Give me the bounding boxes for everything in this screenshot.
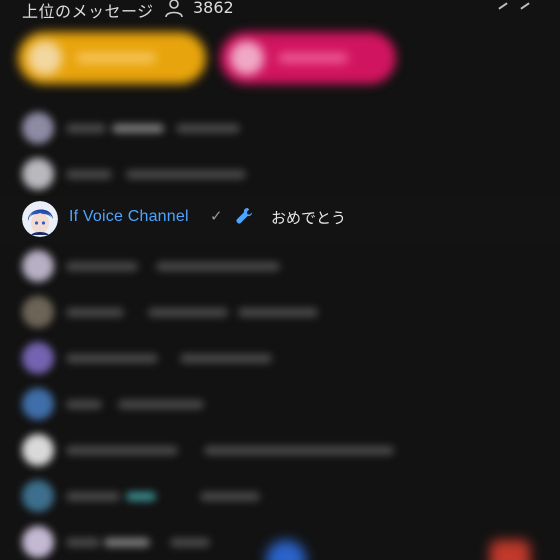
avatar bbox=[22, 112, 54, 144]
avatar bbox=[22, 250, 54, 282]
avatar bbox=[22, 388, 54, 420]
check-icon: ✓ bbox=[210, 207, 223, 225]
super-chat-chip[interactable] bbox=[18, 32, 206, 84]
chat-message bbox=[0, 152, 560, 196]
viewer-count: 3862 bbox=[193, 0, 234, 17]
avatar[interactable] bbox=[22, 201, 58, 237]
avatar bbox=[22, 434, 54, 466]
chat-message bbox=[0, 106, 560, 150]
avatar bbox=[22, 296, 54, 328]
close-icon[interactable] bbox=[486, 0, 546, 10]
top-messages-dropdown[interactable]: 上位のメッセージ bbox=[22, 0, 154, 22]
viewer-icon bbox=[165, 0, 183, 18]
wrench-icon bbox=[236, 208, 252, 224]
chat-header: 上位のメッセージ 3862 bbox=[0, 0, 560, 22]
avatar bbox=[28, 41, 62, 75]
live-chat-panel: 上位のメッセージ 3862 If Voice Channel ✓ おめでとう bbox=[0, 0, 560, 560]
avatar bbox=[22, 158, 54, 190]
chat-message bbox=[0, 244, 560, 288]
chat-message bbox=[0, 336, 560, 380]
chat-message bbox=[0, 382, 560, 426]
author-name[interactable]: If Voice Channel bbox=[69, 208, 189, 226]
message-text: おめでとう bbox=[271, 209, 347, 227]
anime-avatar-icon bbox=[22, 201, 58, 237]
avatar bbox=[22, 480, 54, 512]
chat-message bbox=[0, 428, 560, 472]
avatar bbox=[230, 41, 264, 75]
super-chat-chip[interactable] bbox=[220, 32, 396, 84]
super-chat-button[interactable] bbox=[490, 540, 530, 560]
chat-message bbox=[0, 290, 560, 334]
avatar bbox=[22, 526, 54, 558]
chat-message-highlighted: If Voice Channel ✓ おめでとう bbox=[0, 196, 560, 242]
chat-message bbox=[0, 474, 560, 518]
avatar bbox=[22, 342, 54, 374]
